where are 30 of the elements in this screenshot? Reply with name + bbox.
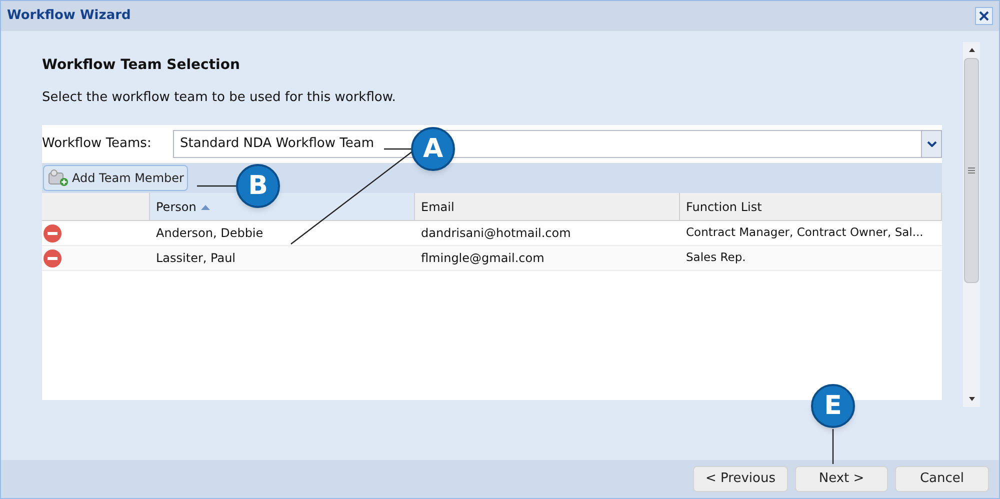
table-cell-text: Anderson, Debbie bbox=[155, 225, 264, 242]
instruction-text: Select the workflow team to be used for this workflow. bbox=[42, 89, 397, 107]
table-cell-text: flmingle@gmail.com bbox=[420, 250, 546, 267]
cancel-button[interactable]: Cancel bbox=[895, 466, 989, 492]
table-cell-text: Sales Rep. bbox=[685, 249, 747, 266]
scrollbar[interactable] bbox=[963, 42, 980, 407]
callout-marker: E bbox=[811, 384, 855, 428]
column-header[interactable]: Function List bbox=[680, 193, 942, 220]
add-user-icon bbox=[47, 169, 69, 187]
remove-icon[interactable] bbox=[43, 248, 62, 268]
leader-line bbox=[197, 185, 236, 187]
next-button[interactable]: Next > bbox=[795, 466, 888, 492]
scroll-up-icon[interactable] bbox=[968, 48, 974, 52]
leader-line bbox=[832, 429, 834, 464]
add-member-button[interactable]: Add Team Member bbox=[43, 165, 188, 191]
previous-button[interactable]: < Previous bbox=[693, 466, 788, 492]
table-cell-text: dandrisani@hotmail.com bbox=[420, 225, 572, 242]
field-label: Workflow Teams: bbox=[42, 135, 152, 154]
scroll-down-icon[interactable] bbox=[968, 397, 974, 401]
sort-ascending-icon bbox=[201, 204, 210, 210]
column-header[interactable]: Email bbox=[415, 193, 680, 220]
section-heading: Workflow Team Selection bbox=[42, 56, 241, 75]
column-header[interactable]: Person bbox=[150, 193, 415, 220]
remove-icon[interactable] bbox=[43, 224, 62, 242]
table-cell-text: Lassiter, Paul bbox=[155, 250, 237, 267]
grip-icon bbox=[968, 167, 975, 174]
close-icon bbox=[979, 11, 989, 21]
close-button[interactable] bbox=[975, 7, 993, 25]
table-cell-text: Contract Manager, Contract Owner, Sal... bbox=[685, 224, 924, 242]
window-title: Workflow Wizard bbox=[7, 7, 131, 26]
